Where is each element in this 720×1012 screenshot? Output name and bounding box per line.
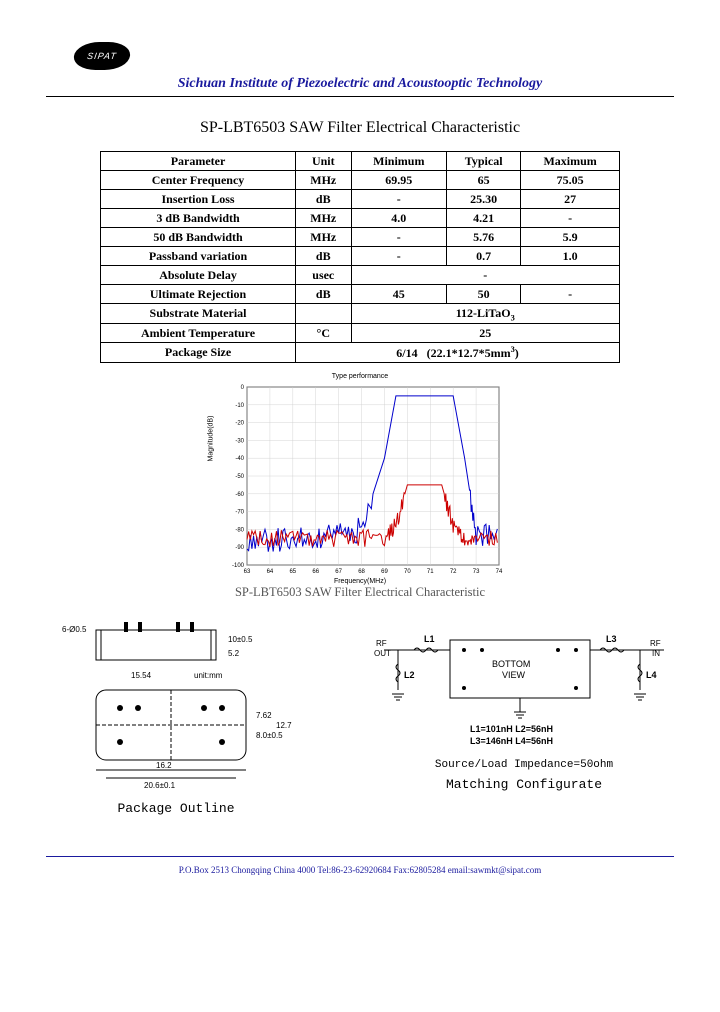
document-title: SP-LBT6503 SAW Filter Electrical Charact…	[46, 119, 674, 137]
chart-caption: SP-LBT6503 SAW Filter Electrical Charact…	[46, 585, 674, 600]
svg-text:66: 66	[312, 569, 319, 575]
table-row: Ultimate RejectiondB4550-	[101, 285, 620, 304]
svg-text:L2: L2	[404, 670, 415, 680]
package-outline-diagram: 6-Ø0.5 10±0.5 5.2 15.54 unit:mm 7.62 8.0…	[46, 620, 306, 816]
matching-diagram: BOTTOM VIEW L1 RF OUT L2 L3 RF IN L4	[374, 620, 674, 816]
matching-label: Matching Configurate	[374, 777, 674, 792]
table-row: Substrate Material112-LiTaO3	[101, 304, 620, 324]
svg-text:-70: -70	[235, 510, 244, 516]
footer-rule	[46, 856, 674, 857]
svg-text:74: 74	[496, 569, 503, 575]
svg-text:IN: IN	[652, 649, 660, 658]
svg-text:69: 69	[381, 569, 388, 575]
table-row: Center FrequencyMHz69.956575.05	[101, 171, 620, 190]
svg-text:20.6±0.1: 20.6±0.1	[144, 781, 176, 790]
svg-text:-50: -50	[235, 474, 244, 480]
svg-text:72: 72	[450, 569, 457, 575]
svg-text:67: 67	[335, 569, 342, 575]
table-row: 50 dB BandwidthMHz-5.765.9	[101, 228, 620, 247]
performance-chart: Type performance Magnitude(dB) Frequency…	[215, 373, 505, 583]
page: SIPAT Sichuan Institute of Piezoelectric…	[0, 0, 720, 1012]
svg-text:-40: -40	[235, 457, 244, 463]
svg-text:RF: RF	[376, 639, 387, 648]
svg-text:-100: -100	[232, 563, 245, 569]
svg-text:5.2: 5.2	[228, 649, 240, 658]
svg-text:15.54: 15.54	[131, 671, 152, 680]
spec-table: Parameter Unit Minimum Typical Maximum C…	[100, 151, 620, 363]
svg-text:12.7: 12.7	[276, 721, 292, 730]
svg-text:10±0.5: 10±0.5	[228, 635, 253, 644]
table-row: 3 dB BandwidthMHz4.04.21-	[101, 209, 620, 228]
table-row: Package Size6/14 (22.1*12.7*5mm3)	[101, 343, 620, 363]
svg-text:-10: -10	[235, 403, 244, 409]
svg-text:8.0±0.5: 8.0±0.5	[256, 731, 283, 740]
svg-text:65: 65	[289, 569, 296, 575]
svg-text:73: 73	[473, 569, 480, 575]
footer-text: P.O.Box 2513 Chongqing China 4000 Tel:86…	[46, 865, 674, 875]
svg-text:unit:mm: unit:mm	[194, 671, 223, 680]
svg-text:L1: L1	[424, 634, 435, 644]
package-svg: 6-Ø0.5 10±0.5 5.2 15.54 unit:mm 7.62 8.0…	[46, 620, 306, 790]
svg-text:BOTTOM: BOTTOM	[492, 659, 530, 669]
institute-name: Sichuan Institute of Piezoelectric and A…	[46, 76, 674, 92]
svg-text:0: 0	[241, 385, 245, 391]
svg-text:64: 64	[267, 569, 274, 575]
svg-text:63: 63	[244, 569, 251, 575]
svg-text:RF: RF	[650, 639, 661, 648]
table-row: Insertion LossdB-25.3027	[101, 190, 620, 209]
table-row: Absolute Delayusec-	[101, 266, 620, 285]
svg-text:L3=146nH L4=56nH: L3=146nH L4=56nH	[470, 736, 553, 746]
svg-text:16.2: 16.2	[156, 761, 172, 770]
svg-text:6-Ø0.5: 6-Ø0.5	[62, 625, 87, 634]
svg-text:-90: -90	[235, 546, 244, 552]
diagrams-row: 6-Ø0.5 10±0.5 5.2 15.54 unit:mm 7.62 8.0…	[46, 620, 674, 816]
logo: SIPAT	[72, 42, 132, 70]
svg-text:7.62: 7.62	[256, 711, 272, 720]
table-header-row: Parameter Unit Minimum Typical Maximum	[101, 152, 620, 171]
matching-svg: BOTTOM VIEW L1 RF OUT L2 L3 RF IN L4	[374, 620, 674, 750]
svg-text:OUT: OUT	[374, 649, 391, 658]
svg-text:-80: -80	[235, 528, 244, 534]
svg-text:-20: -20	[235, 421, 244, 427]
svg-text:VIEW: VIEW	[502, 670, 526, 680]
svg-text:68: 68	[358, 569, 365, 575]
svg-text:L4: L4	[646, 670, 657, 680]
svg-text:-60: -60	[235, 492, 244, 498]
chart-svg: 636465666768697071727374-100-90-80-70-60…	[215, 373, 505, 583]
svg-text:71: 71	[427, 569, 434, 575]
table-row: Ambient Temperature°C25	[101, 324, 620, 343]
svg-text:70: 70	[404, 569, 411, 575]
package-label: Package Outline	[46, 801, 306, 816]
table-row: Passband variationdB-0.71.0	[101, 247, 620, 266]
impedance-note: Source/Load Impedance=50ohm	[374, 759, 674, 771]
svg-text:-30: -30	[235, 439, 244, 445]
svg-text:L3: L3	[606, 634, 617, 644]
svg-text:L1=101nH L2=56nH: L1=101nH L2=56nH	[470, 724, 553, 734]
header-rule	[46, 96, 674, 97]
